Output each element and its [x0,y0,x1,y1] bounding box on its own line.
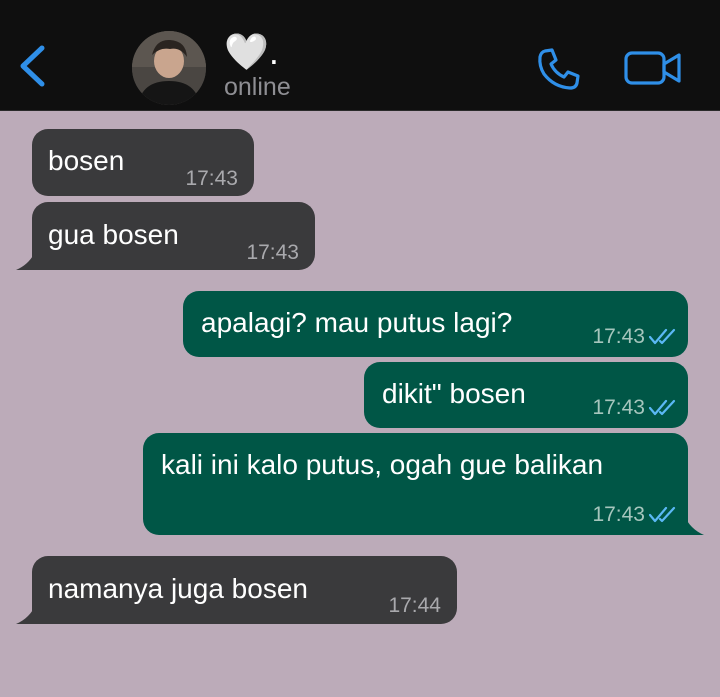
outgoing-message[interactable]: dikit" bosen 17:43 [364,362,688,428]
message-time: 17:44 [388,594,441,617]
message-time: 17:43 [592,396,645,419]
avatar[interactable] [132,31,206,105]
message-text: bosen [48,145,125,176]
bubble-tail [16,604,36,624]
message-text: gua bosen [48,219,179,250]
message-time: 17:43 [246,241,299,264]
message-text: dikit" bosen [382,378,526,409]
double-check-icon [649,328,676,345]
bubble-tail [16,250,36,270]
incoming-message[interactable]: bosen 17:43 [32,129,254,196]
message-text: kali ini kalo putus, ogah gue balikan [161,449,604,480]
video-camera-icon[interactable] [624,50,682,86]
chat-header: 🤍. online [0,0,720,111]
incoming-message[interactable]: gua bosen 17:43 [16,202,315,270]
message-text: namanya juga bosen [48,573,308,604]
bubble-tail [684,515,704,535]
incoming-message[interactable]: namanya juga bosen 17:44 [16,556,457,624]
contact-name[interactable]: 🤍. [224,32,279,72]
message-text: apalagi? mau putus lagi? [201,307,513,338]
phone-icon[interactable] [536,46,582,92]
message-time: 17:43 [592,503,645,526]
double-check-icon [649,506,676,523]
contact-status: online [224,73,291,101]
outgoing-message[interactable]: apalagi? mau putus lagi? 17:43 [183,291,688,357]
double-check-icon [649,399,676,416]
outgoing-message[interactable]: kali ini kalo putus, ogah gue balikan 17… [143,433,704,535]
message-time: 17:43 [185,167,238,190]
message-time: 17:43 [592,325,645,348]
chevron-left-icon[interactable] [16,44,48,88]
